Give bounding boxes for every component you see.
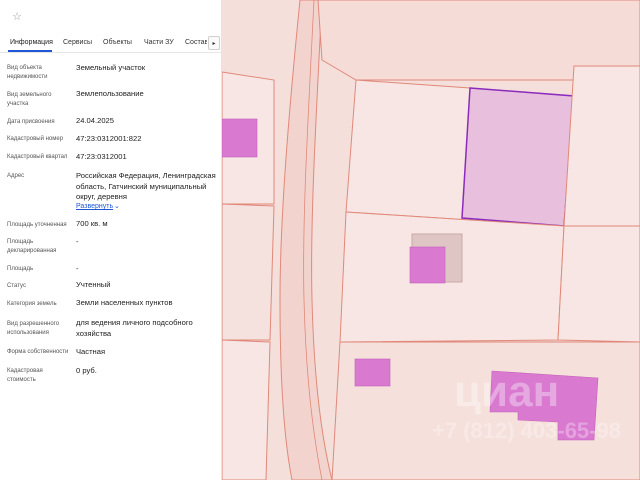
field-label: Вид объекта недвижимости — [7, 65, 48, 80]
field-label: Дата присвоения — [7, 119, 55, 125]
map-canvas: циан +7 (812) 403-65-98 — [222, 0, 640, 480]
field-label: Категория земель — [7, 301, 57, 307]
field-value: 700 кв. м — [76, 219, 108, 228]
field-label: Кадастровый номер — [7, 136, 64, 142]
chevron-down-icon[interactable]: ⌄ — [114, 201, 120, 211]
parcel-middle-right — [557, 225, 640, 343]
parcel-top-right — [563, 65, 640, 227]
field-label: Площадь декларированная — [7, 239, 57, 254]
field-label: Кадастровый квартал — [7, 154, 68, 160]
tab-information[interactable]: Информация — [10, 38, 53, 48]
field-value: Частная — [76, 347, 106, 356]
parcel-left-bottom — [222, 339, 271, 480]
field-value: Земельный участок — [76, 63, 146, 72]
field-label: Статус — [7, 283, 26, 289]
field-value: Землепользование — [76, 89, 144, 98]
road — [279, 0, 333, 480]
field-value: - — [76, 237, 79, 246]
field-label: Площадь уточненная — [7, 222, 67, 228]
field-value: 24.04.2025 — [76, 116, 115, 125]
parcel-top-left — [345, 79, 471, 221]
field-value: Земли населенных пунктов — [76, 298, 173, 307]
building-left — [222, 118, 258, 158]
field-value: 0 руб. — [76, 366, 97, 375]
info-panel: ☆ Информация Сервисы Объекты Части ЗУ Со… — [0, 0, 222, 480]
building-middle — [409, 246, 446, 284]
field-value: Учтенный — [76, 280, 111, 289]
tab-bar: Информация Сервисы Объекты Части ЗУ Сост… — [0, 36, 221, 53]
field-value: для ведения личного подсобного хозяйства — [76, 318, 193, 338]
parcel-left-mid — [222, 203, 275, 341]
field-label: Площадь — [7, 266, 34, 272]
parcel-selected[interactable] — [461, 87, 575, 227]
field-label: Вид земельного участка — [7, 92, 52, 107]
field-label: Адрес — [7, 173, 25, 179]
tab-land-parts[interactable]: Части ЗУ — [144, 38, 174, 48]
field-value: - — [76, 264, 79, 273]
chevron-right-icon[interactable]: ▸ — [208, 36, 220, 50]
field-value[interactable]: 47:23:0312001:822 — [76, 134, 216, 144]
watermark-phone: +7 (812) 403-65-98 — [432, 418, 621, 443]
expand-address-link[interactable]: Развернуть — [76, 202, 113, 212]
tab-composition[interactable]: Состав — [185, 38, 207, 48]
tab-services[interactable]: Сервисы — [63, 38, 92, 48]
favorite-star-icon[interactable]: ☆ — [10, 10, 24, 24]
watermark-logo: циан — [454, 367, 559, 416]
cadastral-map[interactable]: циан +7 (812) 403-65-98 — [222, 0, 640, 480]
building-small-bottom — [354, 358, 391, 387]
field-label: Вид разрешенного использования — [7, 321, 60, 336]
field-value: Российская Федерация, Ленинградская обла… — [76, 171, 216, 201]
tab-objects[interactable]: Объекты — [103, 38, 132, 48]
field-label: Форма собственности — [7, 349, 69, 355]
active-tab-indicator — [8, 50, 52, 52]
field-value[interactable]: 47:23:0312001 — [76, 152, 216, 162]
field-label: Кадастровая стоимость — [7, 368, 43, 383]
